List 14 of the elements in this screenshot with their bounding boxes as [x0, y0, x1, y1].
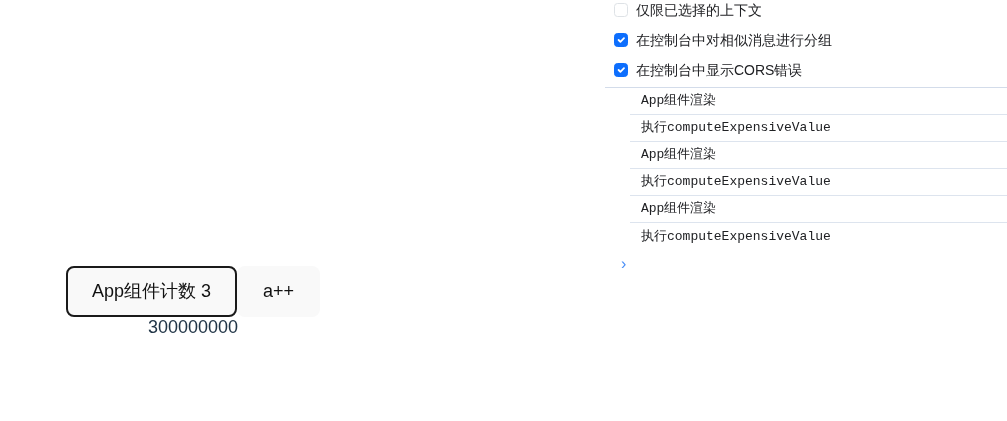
console-message: App组件渲染 — [641, 92, 717, 111]
console-message: App组件渲染 — [641, 200, 717, 219]
console-message: 执行computeExpensiveValue — [641, 227, 831, 246]
increment-button[interactable]: a++ — [237, 266, 321, 317]
setting-label: 在控制台中显示CORS错误 — [636, 60, 803, 80]
setting-checkbox[interactable] — [614, 63, 628, 77]
console-message: App组件渲染 — [641, 146, 717, 165]
setting-checkbox[interactable] — [614, 33, 628, 47]
console-message: 执行computeExpensiveValue — [641, 173, 831, 192]
setting-label: 仅限已选择的上下文 — [636, 0, 762, 20]
setting-label: 在控制台中对相似消息进行分组 — [636, 30, 832, 50]
result-text: 300000000 — [148, 317, 239, 339]
console-message: 执行computeExpensiveValue — [641, 119, 831, 138]
counter-button[interactable]: App组件计数 3 — [66, 266, 238, 317]
